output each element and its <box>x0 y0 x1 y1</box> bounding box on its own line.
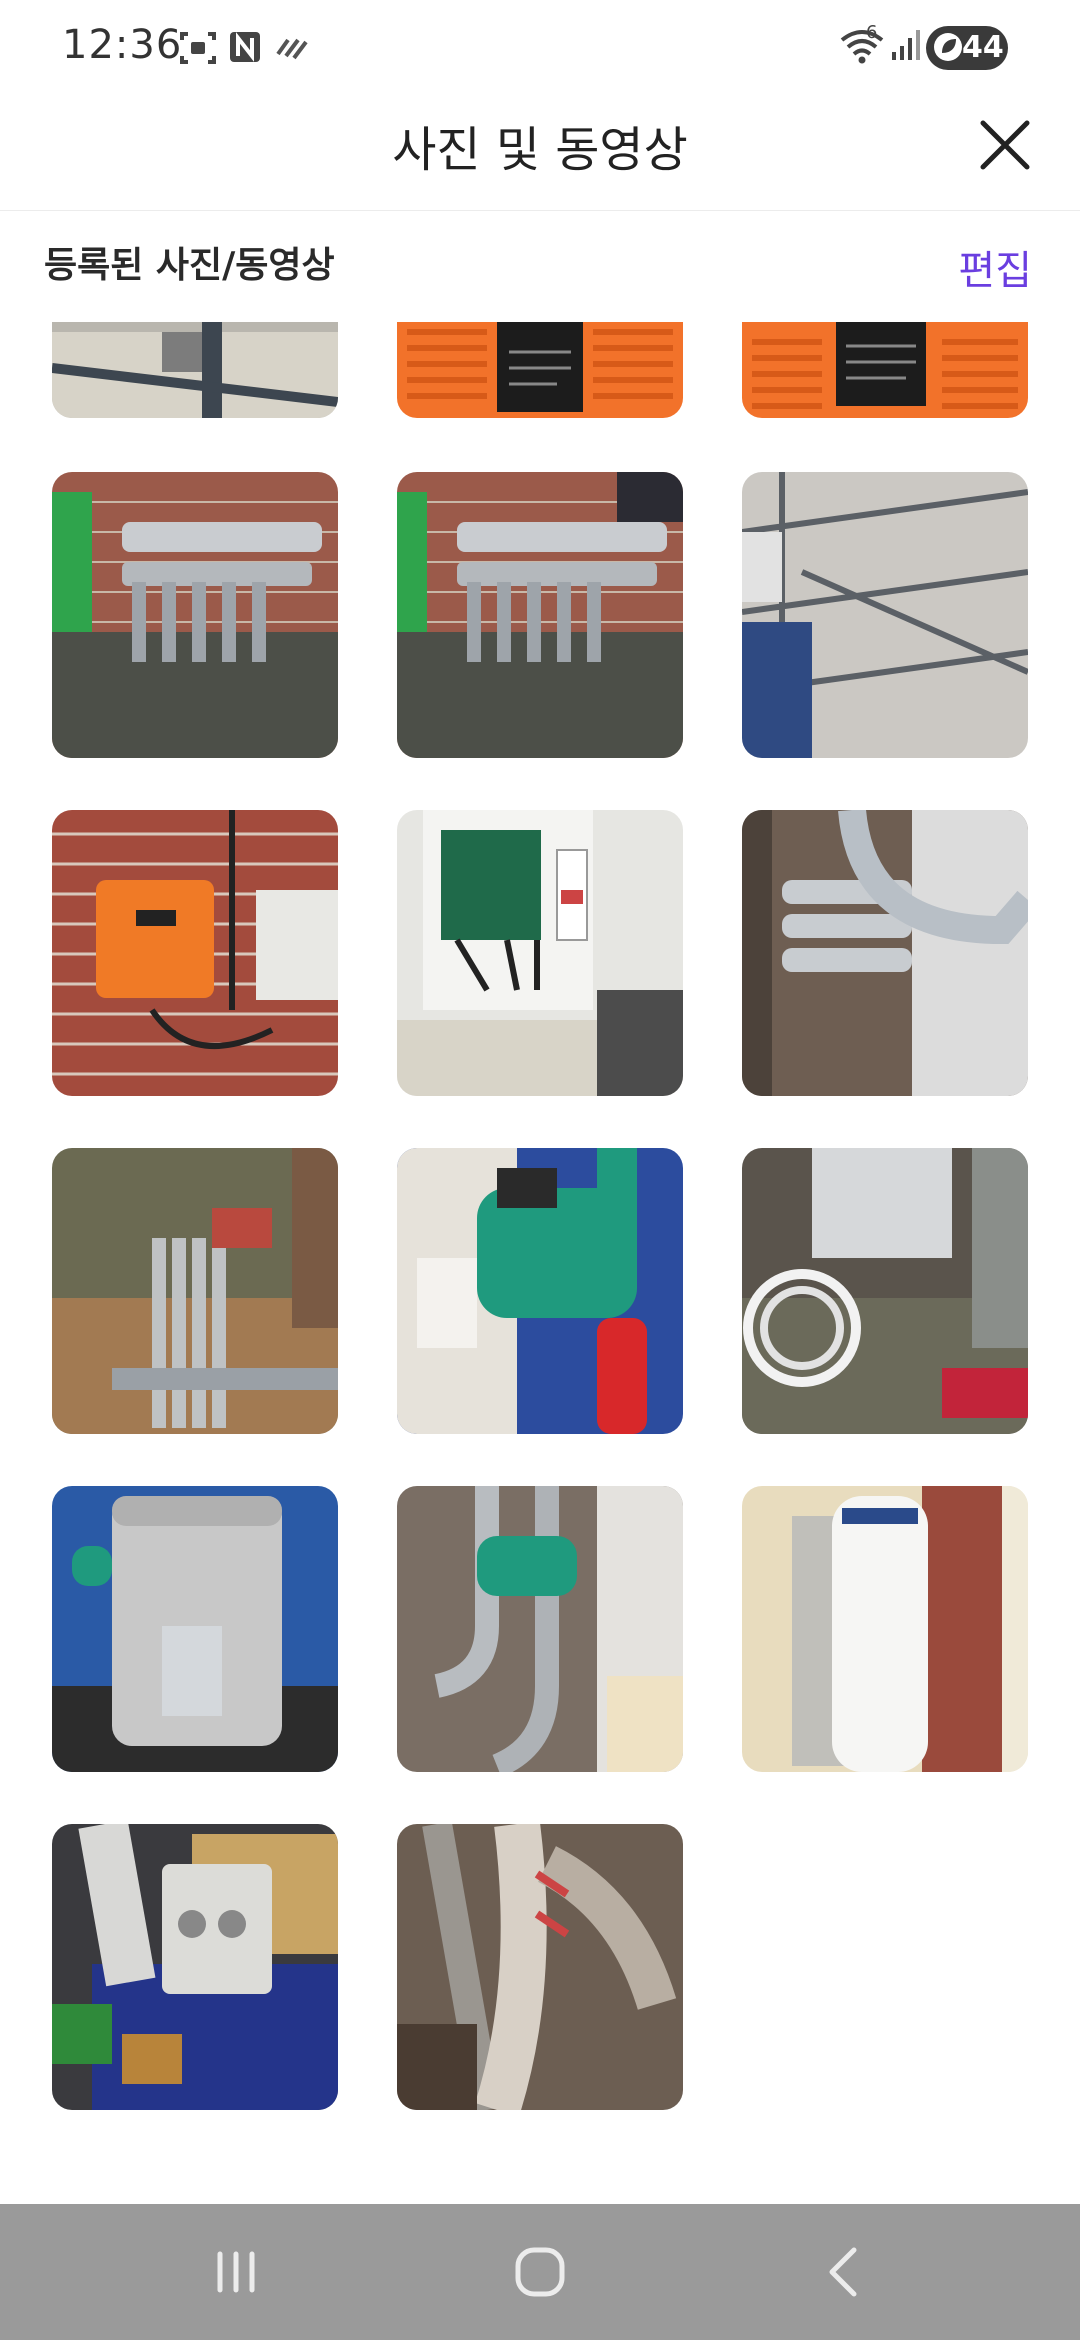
photo-thumbnail[interactable] <box>52 322 338 418</box>
section-title: 등록된 사진/동영상 <box>44 245 335 286</box>
photo-thumbnail[interactable] <box>52 1486 338 1772</box>
photo-thumbnail[interactable] <box>52 1148 338 1434</box>
page-title: 사진 및 동영상 <box>392 122 688 178</box>
recent-apps-icon <box>217 2251 255 2293</box>
data-saver-icon <box>276 38 308 60</box>
header: 사진 및 동영상 <box>0 96 1080 210</box>
photo-thumbnail[interactable] <box>742 1486 1028 1772</box>
power-saving-leaf-icon <box>934 33 962 61</box>
recent-apps-button[interactable] <box>196 2240 276 2304</box>
photo-thumbnail[interactable] <box>52 1824 338 2110</box>
photo-thumbnail[interactable] <box>742 1148 1028 1434</box>
wifi-indicator-label: 6 <box>866 22 878 43</box>
photo-thumbnail[interactable] <box>742 472 1028 758</box>
wifi-icon <box>840 30 884 64</box>
header-divider <box>0 210 1080 211</box>
photo-thumbnail[interactable] <box>397 322 683 418</box>
battery-percent: 44 <box>962 30 1004 65</box>
screenshot-icon <box>180 32 216 64</box>
photo-thumbnail[interactable] <box>397 810 683 1096</box>
status-bar: 12:36 6 44 <box>0 0 1080 96</box>
photo-thumbnail[interactable] <box>397 1486 683 1772</box>
close-icon <box>980 120 1030 170</box>
signal-icon <box>892 30 920 60</box>
status-time: 12:36 <box>62 22 183 68</box>
n-app-icon <box>230 32 260 62</box>
photo-thumbnail[interactable] <box>52 810 338 1096</box>
navigation-bar <box>0 2204 1080 2340</box>
photo-thumbnail[interactable] <box>397 472 683 758</box>
photo-grid[interactable] <box>0 322 1080 2202</box>
close-button[interactable] <box>970 110 1040 180</box>
home-button[interactable] <box>500 2240 580 2304</box>
battery-indicator: 44 <box>926 26 1008 70</box>
edit-button[interactable]: 편집 <box>958 238 1032 296</box>
photo-thumbnail[interactable] <box>397 1824 683 2110</box>
photo-thumbnail[interactable] <box>742 322 1028 418</box>
back-button[interactable] <box>804 2240 884 2304</box>
photo-thumbnail[interactable] <box>397 1148 683 1434</box>
back-icon <box>829 2247 857 2297</box>
photo-thumbnail[interactable] <box>742 810 1028 1096</box>
home-icon <box>515 2247 565 2297</box>
photo-thumbnail[interactable] <box>52 472 338 758</box>
